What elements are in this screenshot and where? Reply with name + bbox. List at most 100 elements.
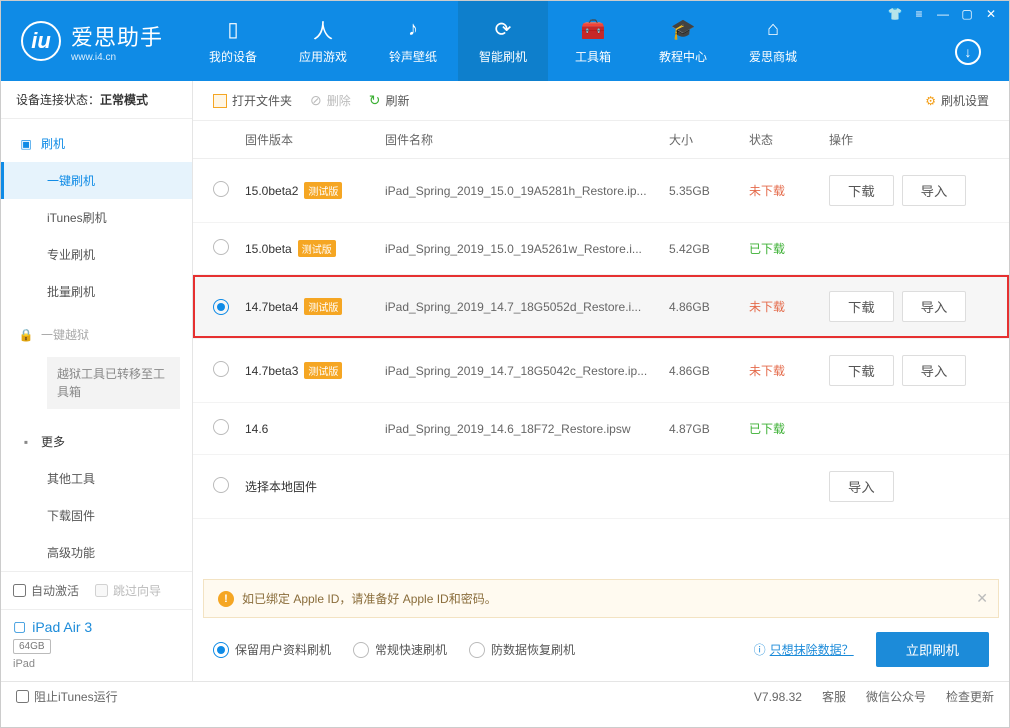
row-version: 14.6	[245, 422, 385, 436]
sidebar-flash-item-1[interactable]: iTunes刷机	[1, 199, 192, 236]
opt-anti-recovery[interactable]: 防数据恢复刷机	[469, 641, 575, 658]
table-row[interactable]: 14.7beta4 测试版 iPad_Spring_2019_14.7_18G5…	[193, 275, 1009, 339]
row-status: 未下载	[749, 362, 829, 379]
gear-icon: ⚙	[925, 94, 936, 108]
nav-icon-1: 人	[313, 18, 333, 42]
menu-icon[interactable]: ≡	[911, 7, 927, 21]
table-row[interactable]: 14.6 iPad_Spring_2019_14.6_18F72_Restore…	[193, 403, 1009, 455]
sidebar-flash-item-3[interactable]: 批量刷机	[1, 273, 192, 310]
row-name: iPad_Spring_2019_15.0_19A5261w_Restore.i…	[385, 242, 669, 256]
folder-icon	[213, 94, 227, 108]
erase-data-link[interactable]: ⓘ 只想抹除数据？	[754, 641, 854, 658]
col-size-header[interactable]: 大小	[669, 131, 749, 148]
table-row[interactable]: 选择本地固件 导入	[193, 455, 1009, 519]
table-header: 固件版本 固件名称 大小 状态 操作	[193, 121, 1009, 159]
lock-icon: 🔒	[19, 328, 33, 342]
row-radio[interactable]	[213, 299, 229, 315]
flash-now-button[interactable]: 立即刷机	[876, 632, 989, 667]
beta-badge: 测试版	[304, 298, 342, 315]
row-radio[interactable]	[213, 477, 229, 493]
maximize-icon[interactable]: ▢	[959, 7, 975, 21]
nav-icon-2: ♪	[408, 18, 418, 42]
nav-tab-6[interactable]: ⌂爱思商城	[728, 1, 818, 81]
row-radio[interactable]	[213, 181, 229, 197]
notice-close-icon[interactable]: ✕	[976, 590, 988, 607]
import-button[interactable]: 导入	[902, 355, 967, 386]
table-row[interactable]: 15.0beta2 测试版 iPad_Spring_2019_15.0_19A5…	[193, 159, 1009, 223]
refresh-icon: ↻	[369, 92, 381, 109]
sidebar-more-item-1[interactable]: 下载固件	[1, 497, 192, 534]
delete-button[interactable]: ⊘ 删除	[310, 92, 351, 109]
nav-icon-6: ⌂	[767, 18, 779, 42]
row-radio[interactable]	[213, 361, 229, 377]
import-button[interactable]: 导入	[829, 471, 894, 502]
row-name: iPad_Spring_2019_15.0_19A5281h_Restore.i…	[385, 184, 669, 198]
opt-normal-fast[interactable]: 常规快速刷机	[353, 641, 447, 658]
row-version: 15.0beta 测试版	[245, 240, 385, 257]
nav-tab-1[interactable]: 人应用游戏	[278, 1, 368, 81]
row-radio[interactable]	[213, 239, 229, 255]
import-button[interactable]: 导入	[902, 175, 967, 206]
more-icon: ▪	[19, 435, 33, 449]
warning-icon: !	[218, 591, 234, 607]
table-row[interactable]: 14.7beta3 测试版 iPad_Spring_2019_14.7_18G5…	[193, 339, 1009, 403]
window-controls: 👕 ≡ — ▢ ✕	[887, 7, 999, 21]
download-button[interactable]: 下载	[829, 355, 894, 386]
row-version: 选择本地固件	[245, 478, 385, 495]
refresh-button[interactable]: ↻ 刷新	[369, 92, 410, 109]
flash-settings-button[interactable]: ⚙ 刷机设置	[925, 92, 989, 109]
minimize-icon[interactable]: —	[935, 7, 951, 21]
col-name-header[interactable]: 固件名称	[385, 131, 669, 148]
download-button[interactable]: 下载	[829, 175, 894, 206]
sidebar-more-head[interactable]: ▪ 更多	[1, 423, 192, 460]
row-radio[interactable]	[213, 419, 229, 435]
close-icon[interactable]: ✕	[983, 7, 999, 21]
service-link[interactable]: 客服	[822, 688, 846, 705]
sidebar-flash-item-2[interactable]: 专业刷机	[1, 236, 192, 273]
nav-tab-4[interactable]: 🧰工具箱	[548, 1, 638, 81]
nav-icon-5: 🎓	[671, 18, 696, 42]
opt-keep-data[interactable]: 保留用户资料刷机	[213, 641, 331, 658]
col-version-header[interactable]: 固件版本	[245, 131, 385, 148]
auto-activate-check[interactable]: 自动激活	[13, 582, 79, 599]
skip-guide-check[interactable]: 跳过向导	[95, 582, 161, 599]
connection-status: 设备连接状态：正常模式	[1, 81, 192, 119]
table-row[interactable]: 15.0beta 测试版 iPad_Spring_2019_15.0_19A52…	[193, 223, 1009, 275]
row-ops: 下载导入	[829, 355, 989, 386]
beta-badge: 测试版	[304, 182, 342, 199]
sidebar-more-item-0[interactable]: 其他工具	[1, 460, 192, 497]
nav-tab-3[interactable]: ⟳智能刷机	[458, 1, 548, 81]
sidebar-flash-head[interactable]: ▣ 刷机	[1, 125, 192, 162]
nav-tab-2[interactable]: ♪铃声壁纸	[368, 1, 458, 81]
logo-area[interactable]: iu 爱思助手 www.i4.cn	[21, 20, 178, 63]
sidebar-more-item-2[interactable]: 高级功能	[1, 534, 192, 571]
sidebar-flash-item-0[interactable]: 一键刷机	[1, 162, 192, 199]
col-status-header[interactable]: 状态	[749, 131, 829, 148]
download-circle-icon[interactable]: ↓	[955, 39, 981, 65]
import-button[interactable]: 导入	[902, 291, 967, 322]
row-status: 已下载	[749, 420, 829, 437]
check-update-link[interactable]: 检查更新	[946, 688, 994, 705]
row-version: 15.0beta2 测试版	[245, 182, 385, 199]
row-ops: 下载导入	[829, 291, 989, 322]
row-name: iPad_Spring_2019_14.7_18G5052d_Restore.i…	[385, 300, 669, 314]
tshirt-icon[interactable]: 👕	[887, 7, 903, 21]
nav-tab-0[interactable]: ▯我的设备	[188, 1, 278, 81]
download-button[interactable]: 下载	[829, 291, 894, 322]
open-folder-button[interactable]: 打开文件夹	[213, 92, 292, 109]
nav-tabs: ▯我的设备人应用游戏♪铃声壁纸⟳智能刷机🧰工具箱🎓教程中心⌂爱思商城	[188, 1, 818, 81]
nav-tab-5[interactable]: 🎓教程中心	[638, 1, 728, 81]
row-ops: 下载导入	[829, 175, 989, 206]
device-storage-badge: 64GB	[13, 639, 51, 654]
beta-badge: 测试版	[298, 240, 336, 257]
device-box[interactable]: ▢ iPad Air 3 64GB iPad	[1, 609, 192, 682]
row-status: 未下载	[749, 182, 829, 199]
flash-icon: ▣	[19, 137, 33, 151]
block-itunes-check[interactable]: 阻止iTunes运行	[16, 688, 118, 705]
info-icon: ⓘ	[754, 641, 766, 658]
sidebar: 设备连接状态：正常模式 ▣ 刷机 一键刷机iTunes刷机专业刷机批量刷机 🔒 …	[1, 81, 193, 681]
nav-icon-3: ⟳	[495, 18, 512, 42]
wechat-link[interactable]: 微信公众号	[866, 688, 926, 705]
row-version: 14.7beta3 测试版	[245, 362, 385, 379]
sidebar-jailbreak-head: 🔒 一键越狱	[1, 316, 192, 353]
